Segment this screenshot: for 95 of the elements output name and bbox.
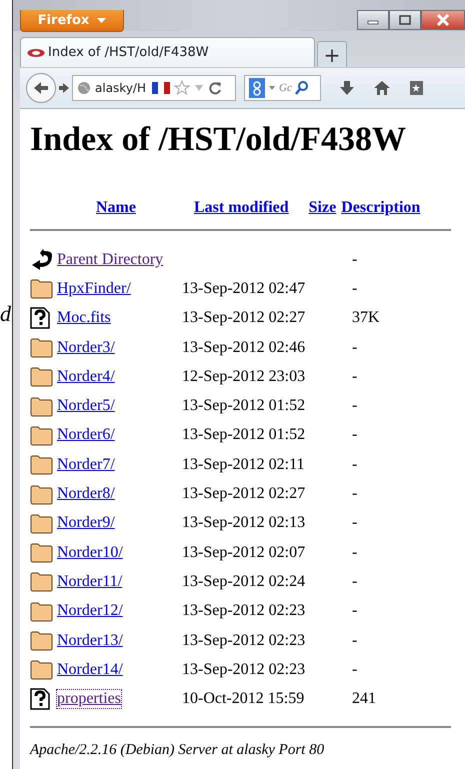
modified-date: 13-Sep-2012 02:23 bbox=[182, 602, 306, 620]
folder-icon bbox=[30, 366, 53, 388]
file-link[interactable]: Norder7/ bbox=[57, 456, 115, 474]
folder-icon bbox=[30, 600, 53, 622]
file-size: - bbox=[352, 338, 358, 357]
file-link[interactable]: Moc.fits bbox=[57, 309, 111, 328]
file-size: - bbox=[352, 485, 358, 504]
folder-icon bbox=[30, 278, 53, 300]
folder-icon bbox=[30, 337, 53, 358]
minimize-button[interactable] bbox=[357, 10, 389, 30]
folder-icon bbox=[30, 630, 53, 651]
server-signature: Apache/2.2.16 (Debian) Server at alasky Port 80 bbox=[30, 742, 326, 759]
home-icon[interactable] bbox=[373, 80, 391, 96]
file-size: - bbox=[352, 544, 358, 562]
file-size: - bbox=[352, 572, 358, 591]
download-icon[interactable] bbox=[339, 80, 355, 96]
search-field[interactable]: Gc bbox=[244, 75, 321, 101]
modified-column-header[interactable]: Last modified bbox=[194, 199, 289, 217]
back-button[interactable] bbox=[26, 73, 56, 103]
file-link[interactable]: Norder9/ bbox=[57, 514, 115, 532]
modified-date: 13-Sep-2012 02:13 bbox=[182, 514, 306, 532]
close-button[interactable] bbox=[421, 10, 465, 30]
back-arrow-icon bbox=[30, 248, 54, 271]
file-link[interactable]: Parent Directory bbox=[57, 250, 164, 269]
folder-icon bbox=[30, 484, 53, 505]
caret-icon bbox=[97, 18, 106, 24]
file-link[interactable]: Norder4/ bbox=[57, 368, 115, 386]
file-link[interactable]: Norder11/ bbox=[57, 572, 122, 591]
file-size: - bbox=[352, 426, 358, 444]
modified-date: 13-Sep-2012 01:52 bbox=[182, 397, 306, 416]
folder-icon bbox=[30, 396, 53, 417]
page-heading: Index of /HST/old/F438W bbox=[30, 121, 407, 159]
file-size: - bbox=[352, 250, 358, 269]
search-icon[interactable] bbox=[294, 80, 309, 96]
file-link[interactable]: HpxFinder/ bbox=[57, 280, 131, 298]
modified-date: 13-Sep-2012 02:07 bbox=[182, 544, 306, 562]
file-size: - bbox=[352, 602, 358, 620]
bookmarks-icon[interactable] bbox=[409, 80, 423, 96]
file-size: - bbox=[352, 280, 358, 298]
file-size: - bbox=[352, 368, 358, 386]
folder-icon bbox=[30, 512, 53, 534]
folder-icon bbox=[30, 542, 53, 564]
file-link[interactable]: Norder5/ bbox=[57, 397, 115, 416]
modified-date: 12-Sep-2012 23:03 bbox=[182, 368, 306, 386]
maximize-button[interactable] bbox=[389, 10, 421, 30]
globe-icon bbox=[77, 81, 91, 95]
modified-date: 13-Sep-2012 02:27 bbox=[182, 309, 306, 328]
folder-icon bbox=[30, 659, 53, 680]
caret-icon[interactable] bbox=[268, 85, 276, 91]
modified-date: 13-Sep-2012 01:52 bbox=[182, 426, 306, 444]
file-size: 37K bbox=[352, 309, 380, 328]
file-size: - bbox=[352, 632, 358, 650]
file-link[interactable]: properties bbox=[57, 690, 121, 708]
file-link[interactable]: Norder13/ bbox=[57, 632, 123, 650]
file-size: - bbox=[352, 514, 358, 532]
favicon-icon bbox=[27, 48, 45, 58]
star-icon[interactable] bbox=[174, 80, 190, 96]
modified-date: 10-Oct-2012 15:59 bbox=[182, 690, 304, 708]
size-column-header[interactable]: Size bbox=[308, 199, 336, 217]
background-text: d bbox=[0, 303, 11, 325]
folder-icon bbox=[30, 454, 53, 476]
modified-date: 13-Sep-2012 02:23 bbox=[182, 660, 306, 679]
file-link[interactable]: Norder12/ bbox=[57, 602, 123, 620]
unknown-file-icon bbox=[30, 307, 50, 330]
file-link[interactable]: Norder10/ bbox=[57, 544, 123, 562]
unknown-file-icon bbox=[30, 688, 50, 710]
address-field[interactable]: alasky/H bbox=[72, 75, 236, 101]
maximize-icon bbox=[398, 14, 412, 26]
back-arrow-icon bbox=[32, 80, 50, 96]
folder-icon bbox=[30, 424, 53, 446]
file-link[interactable]: Norder8/ bbox=[57, 485, 115, 504]
modified-date: 13-Sep-2012 02:47 bbox=[182, 280, 306, 298]
file-size: - bbox=[352, 660, 358, 679]
modified-date: 13-Sep-2012 02:11 bbox=[182, 456, 305, 474]
search-engine-icon[interactable] bbox=[249, 78, 265, 98]
description-column-header[interactable]: Description bbox=[341, 199, 420, 217]
tab-title: Index of /HST/old/F438W bbox=[48, 45, 209, 60]
modified-date: 13-Sep-2012 02:23 bbox=[182, 632, 306, 650]
modified-date: 13-Sep-2012 02:27 bbox=[182, 485, 306, 504]
folder-icon bbox=[30, 571, 53, 592]
browser-tab[interactable]: Index of /HST/old/F438W bbox=[20, 37, 315, 67]
file-size: 241 bbox=[352, 690, 376, 708]
modified-date: 13-Sep-2012 02:24 bbox=[182, 572, 306, 591]
new-tab-button[interactable]: + bbox=[317, 41, 347, 67]
flag-icon bbox=[152, 81, 170, 95]
file-link[interactable]: Norder14/ bbox=[57, 660, 123, 679]
file-size: - bbox=[352, 397, 358, 416]
close-icon bbox=[436, 14, 450, 26]
file-size: - bbox=[352, 456, 358, 474]
modified-date: 13-Sep-2012 02:46 bbox=[182, 338, 306, 357]
name-column-header[interactable]: Name bbox=[96, 199, 136, 217]
file-link[interactable]: Norder3/ bbox=[57, 338, 115, 357]
forward-arrow-icon bbox=[58, 81, 70, 95]
reload-icon[interactable] bbox=[208, 81, 222, 95]
file-link[interactable]: Norder6/ bbox=[57, 426, 115, 444]
